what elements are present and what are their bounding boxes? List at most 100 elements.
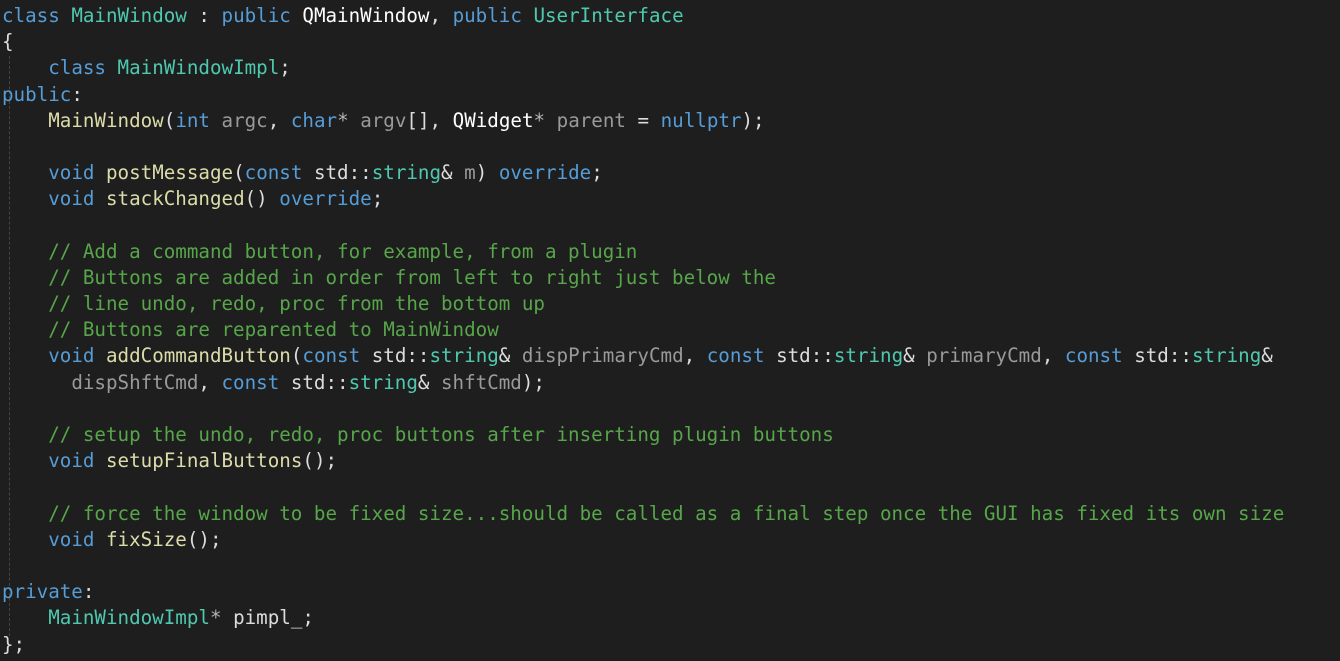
code-token-comment: // line undo, redo, proc from the bottom… xyxy=(48,292,545,316)
code-token-type: MainWindow xyxy=(71,4,187,27)
code-token-plain: pimpl_ xyxy=(233,606,303,630)
code-token-keyword: void xyxy=(48,449,95,473)
code-token-type_white: QWidget xyxy=(452,108,534,132)
code-token-comment: // force the window to be fixed size...s… xyxy=(48,501,1285,525)
code-token-plain: (); xyxy=(186,527,222,551)
code-token-plain: std:: xyxy=(764,344,834,368)
code-token-parameter: parent xyxy=(556,108,626,132)
code-token-type: MainWindowImpl xyxy=(117,56,280,80)
code-line: class MainWindow : public QMainWindow, p… xyxy=(2,3,1284,29)
code-token-plain: ( xyxy=(290,344,303,368)
code-token-type: string xyxy=(429,344,499,368)
code-token-parameter: argc xyxy=(221,108,268,132)
code-token-operator: * xyxy=(533,108,546,132)
code-token-comment: // Buttons are reparented to MainWindow xyxy=(48,318,499,342)
code-token-plain: : xyxy=(71,82,83,106)
code-token-keyword: const xyxy=(1064,344,1123,368)
code-token-function: setupFinalButtons xyxy=(106,449,303,473)
code-token-keyword: class xyxy=(48,56,106,80)
code-token-parameter: primaryCmd xyxy=(926,344,1042,368)
code-token-plain: std:: xyxy=(360,344,430,368)
code-line: MainWindow(int argc, char* argv[], QWidg… xyxy=(2,108,1284,134)
code-text-area[interactable]: class MainWindow : public QMainWindow, p… xyxy=(2,3,1284,658)
code-editor[interactable]: class MainWindow : public QMainWindow, p… xyxy=(0,0,1340,661)
code-token-plain: , xyxy=(267,108,291,132)
code-token-function: fixSize xyxy=(106,527,187,551)
code-token-operator: * xyxy=(209,606,222,630)
code-token-plain: , xyxy=(683,344,707,368)
code-line: // Add a command button, for example, fr… xyxy=(2,239,1284,265)
code-token-plain: [], xyxy=(406,108,453,132)
code-token-plain: ); xyxy=(521,370,545,394)
code-token-plain: ; xyxy=(371,187,384,211)
code-token-plain: std:: xyxy=(1122,344,1192,368)
code-token-parameter: dispShftCmd xyxy=(71,370,199,394)
code-token-plain: = xyxy=(625,108,661,132)
code-line: // Buttons are reparented to MainWindow xyxy=(2,317,1284,343)
code-token-keyword: int xyxy=(175,108,210,132)
code-token-function: postMessage xyxy=(106,161,234,185)
code-token-type: string xyxy=(371,161,442,185)
code-token-plain: & xyxy=(417,370,441,394)
code-token-type: string xyxy=(1191,344,1262,368)
code-token-function: MainWindow xyxy=(48,108,164,132)
code-token-plain: ; xyxy=(302,606,314,630)
code-token-keyword: char xyxy=(290,108,338,132)
code-token-type: string xyxy=(833,344,904,368)
code-line: class MainWindowImpl; xyxy=(2,55,1284,81)
code-token-parameter: argv xyxy=(360,108,407,132)
code-token-keyword: public xyxy=(452,4,522,27)
code-line: void stackChanged() override; xyxy=(2,186,1284,212)
code-token-operator: * xyxy=(337,108,349,132)
code-token-parameter: m xyxy=(464,161,476,185)
code-token-keyword: public xyxy=(221,4,291,27)
code-token-keyword: const xyxy=(706,344,765,368)
code-token-plain: }; xyxy=(2,632,26,656)
code-token-keyword: void xyxy=(48,161,95,185)
code-token-plain: ); xyxy=(741,108,765,132)
code-token-plain: () xyxy=(244,187,280,211)
code-token-plain: { xyxy=(2,30,14,54)
code-token-keyword: void xyxy=(48,187,95,211)
code-line: void setupFinalButtons(); xyxy=(2,448,1284,474)
code-token-keyword: class xyxy=(2,4,60,27)
code-token-plain: & xyxy=(441,161,465,185)
code-token-plain: : xyxy=(82,580,95,604)
code-token-function: addCommandButton xyxy=(106,344,291,368)
code-token-comment: // Buttons are added in order from left … xyxy=(48,265,776,289)
code-token-plain: , xyxy=(198,370,222,394)
code-token-keyword: override xyxy=(498,161,592,185)
code-token-plain: ; xyxy=(591,161,603,185)
code-token-comment: // Add a command button, for example, fr… xyxy=(48,239,638,263)
code-token-keyword: override xyxy=(279,187,372,211)
code-token-keyword: void xyxy=(48,344,95,368)
code-line: // Buttons are added in order from left … xyxy=(2,265,1284,291)
code-token-keyword: public xyxy=(2,82,72,106)
code-token-type: UserInterface xyxy=(533,4,684,27)
code-line: { xyxy=(2,29,1284,55)
code-token-keyword: const xyxy=(302,344,361,368)
code-token-keyword: private xyxy=(2,580,83,604)
code-token-plain: : xyxy=(186,4,222,27)
code-token-plain: , xyxy=(1041,344,1065,368)
code-line: }; xyxy=(2,632,1284,658)
code-token-comment: // setup the undo, redo, proc buttons af… xyxy=(48,423,834,446)
